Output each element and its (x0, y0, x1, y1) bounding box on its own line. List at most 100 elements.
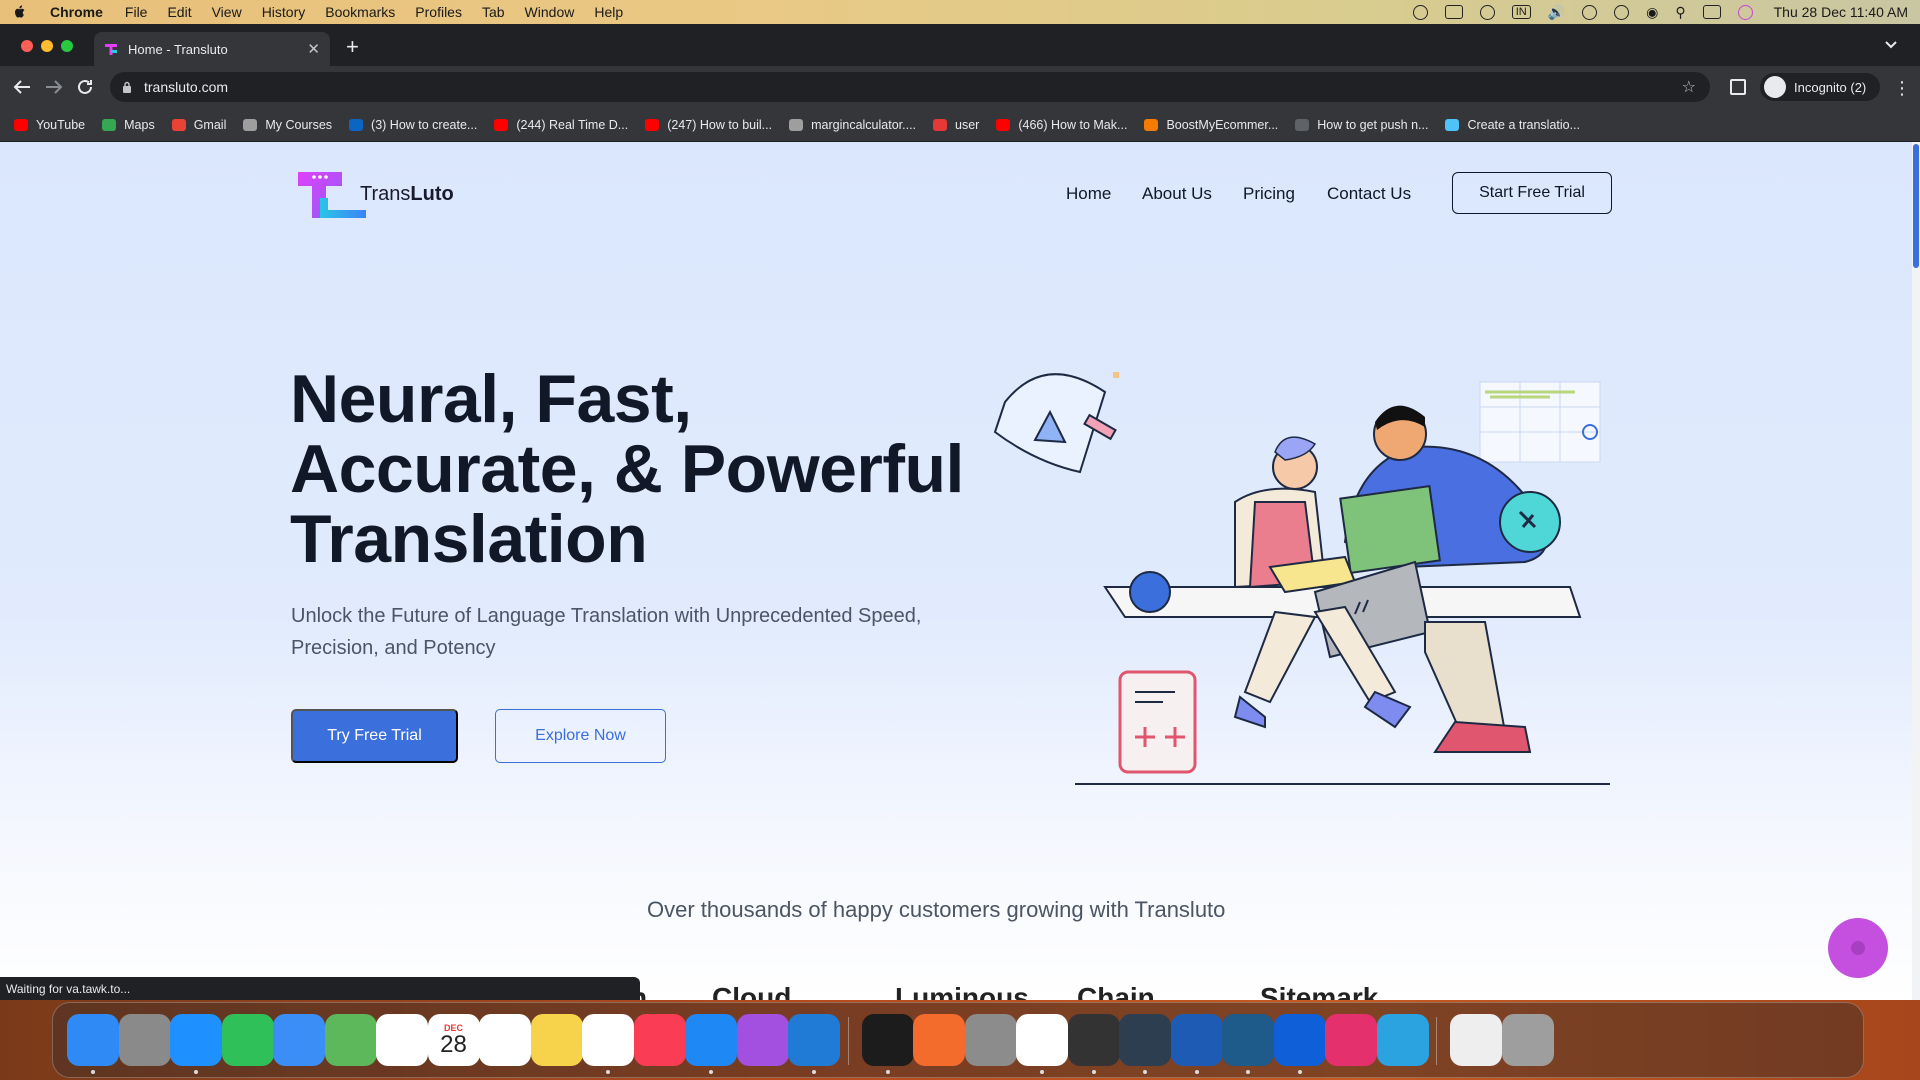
dock-icon-finder[interactable] (67, 1014, 119, 1074)
dock-icon-terminal[interactable] (861, 1014, 914, 1074)
search-icon[interactable]: ⚲ (1675, 4, 1685, 21)
bookmark-favicon-icon (996, 118, 1011, 131)
chevron-down-icon[interactable] (1884, 37, 1898, 51)
menubar-item-history[interactable]: History (262, 4, 306, 20)
minimize-window-button[interactable] (41, 40, 53, 52)
dock-icon-music[interactable] (633, 1014, 686, 1066)
nav-item-about-us[interactable]: About Us (1142, 184, 1212, 204)
dock-icon-reminders[interactable] (479, 1014, 531, 1066)
dock-icon-chatgpt[interactable] (1119, 1014, 1171, 1074)
dock-icon-messages[interactable] (221, 1014, 274, 1066)
forward-arrow-icon[interactable] (44, 78, 64, 96)
dock-icon-notes[interactable] (530, 1014, 583, 1066)
siri-icon[interactable] (1737, 4, 1753, 20)
dock-icon-teamviewer[interactable] (1273, 1014, 1326, 1074)
start-free-trial-button[interactable]: Start Free Trial (1452, 172, 1612, 214)
bookmark-star-icon[interactable]: ☆ (1682, 77, 1696, 97)
dock-icon-trash[interactable] (1501, 1014, 1554, 1066)
extension-status-icon[interactable] (1412, 4, 1428, 20)
user-icon[interactable] (1614, 4, 1630, 20)
close-tab-icon[interactable]: ✕ (307, 40, 320, 58)
page-scrollbar[interactable] (1912, 142, 1920, 1000)
bookmark-item[interactable]: (244) Real Time D... (494, 118, 628, 132)
logo-wordmark: TransLuto (360, 183, 454, 206)
close-window-button[interactable] (21, 40, 33, 52)
try-free-trial-button[interactable]: Try Free Trial (291, 709, 458, 763)
bookmark-item[interactable]: BoostMyEcommer... (1144, 118, 1278, 132)
bookmark-item[interactable]: margincalculator.... (789, 118, 916, 132)
dock-icon-system-settings[interactable] (964, 1014, 1017, 1066)
window-status-icon[interactable] (1444, 5, 1463, 19)
menubar-item-file[interactable]: File (125, 4, 148, 20)
apple-icon[interactable] (12, 4, 28, 20)
dock-icon-vs-code[interactable] (788, 1014, 840, 1074)
url-text[interactable]: transluto.com (144, 79, 228, 95)
dock-icon-pages-editor[interactable] (913, 1014, 965, 1066)
menubar-item-bookmarks[interactable]: Bookmarks (325, 4, 395, 20)
dock-icon-document[interactable] (1450, 1014, 1502, 1066)
incognito-profile-button[interactable]: Incognito (2) (1760, 73, 1881, 101)
bookmark-item[interactable]: (466) How to Mak... (996, 118, 1127, 132)
menubar-item-view[interactable]: View (212, 4, 242, 20)
menubar-status-area: IN 🔊 ◉ ⚲ Thu 28 Dec 11:40 AM (1412, 4, 1908, 21)
bookmark-item[interactable]: (247) How to buil... (645, 118, 772, 132)
dock-icon-keychain[interactable] (1067, 1014, 1120, 1074)
nav-item-home[interactable]: Home (1066, 184, 1111, 204)
site-logo[interactable]: TransLuto (296, 168, 454, 220)
menubar-clock[interactable]: Thu 28 Dec 11:40 AM (1774, 4, 1908, 20)
zoom-window-button[interactable] (61, 40, 73, 52)
nav-item-pricing[interactable]: Pricing (1243, 184, 1295, 204)
menubar-item-profiles[interactable]: Profiles (415, 4, 462, 20)
dock-icon-chrome[interactable] (1016, 1014, 1068, 1074)
more-options-icon[interactable]: ⋮ (1893, 78, 1911, 99)
bookmark-item[interactable]: user (933, 118, 979, 132)
dock-icon-app-store[interactable] (685, 1014, 737, 1074)
dock-icon-safari[interactable] (170, 1014, 222, 1074)
input-source-badge[interactable]: IN (1511, 5, 1531, 19)
menubar-app-name[interactable]: Chrome (50, 4, 103, 20)
menubar-item-tab[interactable]: Tab (482, 4, 505, 20)
scrollbar-thumb[interactable] (1913, 144, 1919, 268)
bookmark-item[interactable]: Create a translatio... (1445, 118, 1580, 132)
menubar-item-edit[interactable]: Edit (167, 4, 191, 20)
dock-icon-freeform[interactable] (582, 1014, 634, 1074)
lock-icon[interactable] (122, 81, 132, 93)
browser-tab-active[interactable]: Home - Transluto ✕ (94, 32, 330, 66)
dock-icon-photos[interactable] (376, 1014, 428, 1066)
creative-cloud-status-icon[interactable] (1479, 4, 1495, 20)
control-center-icon[interactable] (1702, 5, 1721, 19)
bookmark-label: How to get push n... (1317, 117, 1429, 132)
address-bar[interactable]: transluto.com ☆ (110, 72, 1710, 102)
dock-icon-maps[interactable] (324, 1014, 377, 1066)
dock-icon-creative-cloud[interactable] (1325, 1014, 1377, 1066)
bookmark-item[interactable]: Gmail (171, 118, 226, 132)
bookmark-label: (3) How to create... (371, 117, 478, 132)
reload-icon[interactable] (76, 78, 96, 96)
dock-icon-calendar[interactable]: DEC 28 (427, 1014, 480, 1066)
bookmark-favicon-icon (1445, 118, 1460, 131)
menubar-item-window[interactable]: Window (525, 4, 575, 20)
bookmark-item[interactable]: Maps (102, 118, 155, 132)
volume-icon[interactable]: 🔊 (1548, 4, 1565, 21)
chat-icon (1851, 941, 1865, 955)
menubar-item-help[interactable]: Help (594, 4, 623, 20)
bookmark-item[interactable]: My Courses (243, 118, 332, 132)
bookmark-favicon-icon (933, 118, 948, 131)
play-icon[interactable] (1582, 4, 1598, 20)
wifi-icon[interactable]: ◉ (1646, 4, 1658, 21)
bookmark-item[interactable]: YouTube (14, 118, 85, 132)
dock-icon-telegram[interactable] (1376, 1014, 1429, 1066)
nav-item-contact-us[interactable]: Contact Us (1327, 184, 1411, 204)
explore-now-button[interactable]: Explore Now (495, 709, 666, 763)
dock-icon-podcasts[interactable] (736, 1014, 789, 1066)
dock-icon-launchpad[interactable] (118, 1014, 171, 1066)
new-tab-button[interactable]: + (346, 34, 359, 60)
dock-icon-mysql-workbench[interactable] (1222, 1014, 1274, 1074)
dock-icon-word[interactable] (1170, 1014, 1223, 1074)
bookmark-item[interactable]: (3) How to create... (349, 118, 477, 132)
dock-icon-mail[interactable] (273, 1014, 325, 1066)
bookmark-item[interactable]: How to get push n... (1295, 118, 1428, 132)
side-panel-icon[interactable] (1730, 79, 1746, 95)
chat-widget-button[interactable] (1828, 918, 1888, 978)
back-arrow-icon[interactable] (12, 78, 32, 96)
